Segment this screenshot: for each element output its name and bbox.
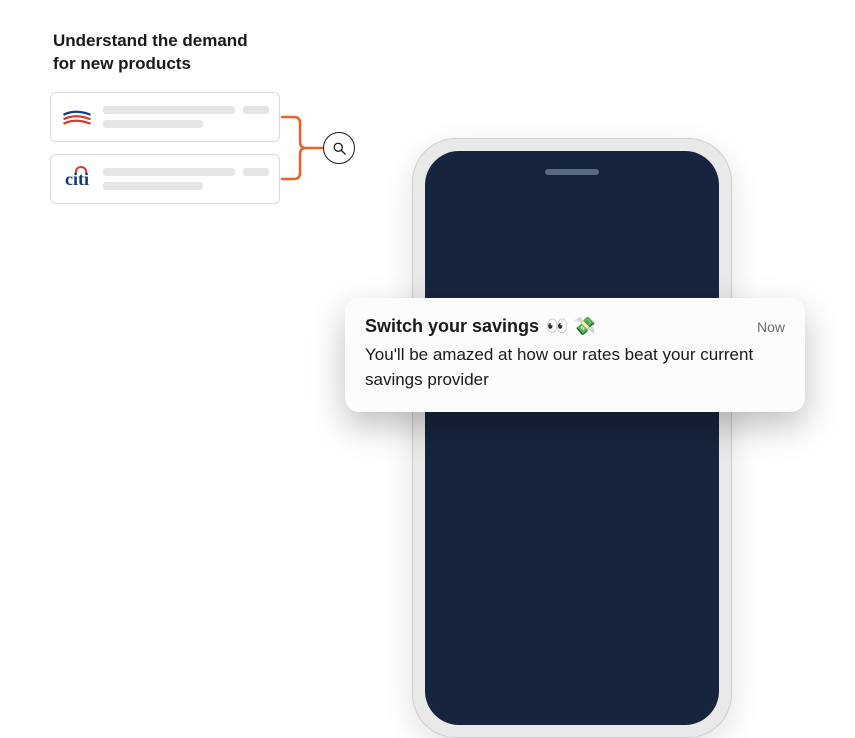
- notification-body: You'll be amazed at how our rates beat y…: [365, 343, 785, 392]
- bank-card-citi: citi: [50, 154, 280, 204]
- phone-mockup: [412, 138, 732, 738]
- search-icon: [323, 132, 355, 164]
- phone-speaker-icon: [545, 169, 599, 175]
- notification-title-text: Switch your savings: [365, 316, 539, 336]
- bank-card-boa: [50, 92, 280, 142]
- placeholder-lines: [103, 168, 269, 190]
- section-heading: Understand the demand for new products: [53, 30, 248, 76]
- placeholder-lines: [103, 106, 269, 128]
- notification-title: Switch your savings 👀 💸: [365, 316, 596, 337]
- heading-line-2: for new products: [53, 53, 248, 76]
- notification-time: Now: [757, 319, 785, 335]
- notification-emojis: 👀 💸: [546, 316, 596, 336]
- citi-logo-icon: citi: [61, 163, 93, 195]
- push-notification[interactable]: Switch your savings 👀 💸 Now You'll be am…: [345, 298, 805, 412]
- phone-screen: [425, 151, 719, 725]
- bank-of-america-logo-icon: [61, 101, 93, 133]
- heading-line-1: Understand the demand: [53, 30, 248, 53]
